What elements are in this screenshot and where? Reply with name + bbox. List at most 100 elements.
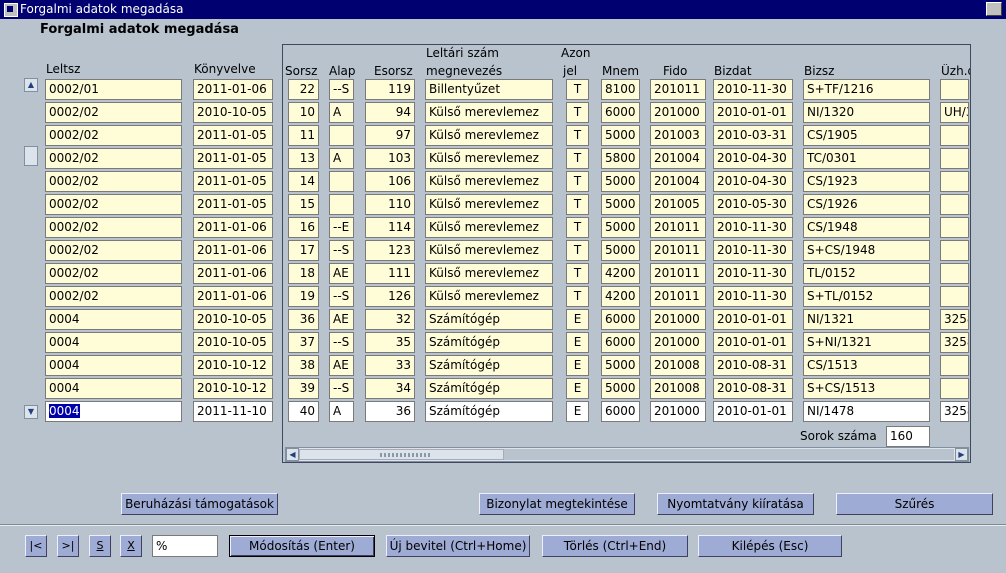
azon-field[interactable]: E bbox=[566, 378, 589, 399]
azon-field[interactable]: T bbox=[566, 217, 589, 238]
esorsz-field[interactable]: 35 bbox=[365, 332, 415, 353]
bizdat-field[interactable]: 2010-11-30 bbox=[713, 286, 793, 307]
bizsz-field[interactable]: S+NI/1321 bbox=[803, 332, 930, 353]
fido-field[interactable]: 201003 bbox=[650, 125, 706, 146]
alap-field[interactable]: --E bbox=[329, 217, 354, 238]
sorsz-field[interactable]: 17 bbox=[288, 240, 319, 261]
beruhazasi-tamogatasok-button[interactable]: Beruházási támogatások bbox=[121, 493, 278, 515]
alap-field[interactable]: A bbox=[329, 401, 354, 422]
sorsz-field[interactable]: 19 bbox=[288, 286, 319, 307]
azon-field[interactable]: T bbox=[566, 125, 589, 146]
mnem-field[interactable]: 8100 bbox=[601, 79, 640, 100]
bizdat-field[interactable]: 2010-03-31 bbox=[713, 125, 793, 146]
alap-field[interactable]: A bbox=[329, 102, 354, 123]
szures-button[interactable]: Szűrés bbox=[836, 493, 993, 515]
alap-field[interactable]: --S bbox=[329, 332, 354, 353]
esorsz-field[interactable]: 103 bbox=[365, 148, 415, 169]
esorsz-field[interactable]: 33 bbox=[365, 355, 415, 376]
mnem-field[interactable]: 5000 bbox=[601, 355, 640, 376]
leltsz-field[interactable]: 0002/02 bbox=[45, 194, 182, 215]
leltsz-field[interactable]: 0002/02 bbox=[45, 263, 182, 284]
leltsz-field[interactable]: 0002/02 bbox=[45, 102, 182, 123]
bizsz-field[interactable]: TC/0301 bbox=[803, 148, 930, 169]
fido-field[interactable]: 201011 bbox=[650, 240, 706, 261]
bizdat-field[interactable]: 2010-01-01 bbox=[713, 309, 793, 330]
konyvelve-field[interactable]: 2010-10-05 bbox=[193, 332, 273, 353]
esorsz-field[interactable]: 32 bbox=[365, 309, 415, 330]
bizdat-field[interactable]: 2010-08-31 bbox=[713, 378, 793, 399]
alap-field[interactable]: A bbox=[329, 148, 354, 169]
leltsz-field[interactable]: 0004 bbox=[45, 332, 182, 353]
megnevezes-field[interactable]: Billentyűzet bbox=[425, 79, 553, 100]
konyvelve-field[interactable]: 2011-01-06 bbox=[193, 240, 273, 261]
megnevezes-field[interactable]: Külső merevlemez bbox=[425, 102, 553, 123]
alap-field[interactable] bbox=[329, 171, 354, 192]
sorsz-field[interactable]: 22 bbox=[288, 79, 319, 100]
scroll-track[interactable] bbox=[504, 449, 954, 460]
fido-field[interactable]: 201004 bbox=[650, 148, 706, 169]
bizdat-field[interactable]: 2010-11-30 bbox=[713, 263, 793, 284]
leltsz-field[interactable]: 0004 bbox=[45, 309, 182, 330]
sorsz-field[interactable]: 36 bbox=[288, 309, 319, 330]
azon-field[interactable]: T bbox=[566, 240, 589, 261]
azon-field[interactable]: T bbox=[566, 102, 589, 123]
mnem-field[interactable]: 4200 bbox=[601, 263, 640, 284]
fido-field[interactable]: 201011 bbox=[650, 79, 706, 100]
uzh-field[interactable]: 3258 bbox=[940, 401, 969, 422]
alap-field[interactable]: --S bbox=[329, 79, 354, 100]
megnevezes-field[interactable]: Külső merevlemez bbox=[425, 125, 553, 146]
esorsz-field[interactable]: 97 bbox=[365, 125, 415, 146]
bizsz-field[interactable]: NI/1321 bbox=[803, 309, 930, 330]
bizdat-field[interactable]: 2010-01-01 bbox=[713, 332, 793, 353]
konyvelve-field[interactable]: 2011-01-06 bbox=[193, 263, 273, 284]
mnem-field[interactable]: 5000 bbox=[601, 378, 640, 399]
uzh-field[interactable] bbox=[940, 263, 969, 284]
leltsz-field[interactable]: 0002/02 bbox=[45, 148, 182, 169]
uzh-field[interactable] bbox=[940, 194, 969, 215]
scroll-thumb-horizontal[interactable] bbox=[299, 449, 504, 460]
sorsz-field[interactable]: 37 bbox=[288, 332, 319, 353]
konyvelve-field[interactable]: 2011-01-05 bbox=[193, 194, 273, 215]
s-button[interactable]: S bbox=[89, 535, 111, 557]
alap-field[interactable] bbox=[329, 194, 354, 215]
alap-field[interactable]: --S bbox=[329, 286, 354, 307]
close-window-button[interactable] bbox=[986, 2, 1002, 16]
bizsz-field[interactable]: S+TL/0152 bbox=[803, 286, 930, 307]
fido-field[interactable]: 201011 bbox=[650, 217, 706, 238]
konyvelve-field[interactable]: 2011-01-05 bbox=[193, 171, 273, 192]
uzh-field[interactable]: 3258 bbox=[940, 332, 969, 353]
fido-field[interactable]: 201000 bbox=[650, 332, 706, 353]
scroll-up-icon[interactable]: ▲ bbox=[24, 78, 38, 92]
leltsz-field[interactable]: 0002/02 bbox=[45, 286, 182, 307]
bizdat-field[interactable]: 2010-05-30 bbox=[713, 194, 793, 215]
megnevezes-field[interactable]: Számítógép bbox=[425, 401, 553, 422]
sorsz-field[interactable]: 11 bbox=[288, 125, 319, 146]
megnevezes-field[interactable]: Külső merevlemez bbox=[425, 171, 553, 192]
mnem-field[interactable]: 5000 bbox=[601, 217, 640, 238]
alap-field[interactable]: --S bbox=[329, 378, 354, 399]
bizsz-field[interactable]: NI/1478 bbox=[803, 401, 930, 422]
leltsz-field[interactable]: 0002/02 bbox=[45, 125, 182, 146]
azon-field[interactable]: E bbox=[566, 332, 589, 353]
bizdat-field[interactable]: 2010-08-31 bbox=[713, 355, 793, 376]
esorsz-field[interactable]: 114 bbox=[365, 217, 415, 238]
uzh-field[interactable]: 3258 bbox=[940, 309, 969, 330]
azon-field[interactable]: E bbox=[566, 309, 589, 330]
fido-field[interactable]: 201005 bbox=[650, 194, 706, 215]
esorsz-field[interactable]: 126 bbox=[365, 286, 415, 307]
kilepes-button[interactable]: Kilépés (Esc) bbox=[698, 535, 842, 557]
azon-field[interactable]: E bbox=[566, 355, 589, 376]
azon-field[interactable]: T bbox=[566, 79, 589, 100]
first-record-button[interactable]: |< bbox=[25, 535, 47, 557]
azon-field[interactable]: T bbox=[566, 148, 589, 169]
esorsz-field[interactable]: 110 bbox=[365, 194, 415, 215]
leltsz-field[interactable]: 0002/02 bbox=[45, 240, 182, 261]
bizdat-field[interactable]: 2010-01-01 bbox=[713, 401, 793, 422]
esorsz-field[interactable]: 106 bbox=[365, 171, 415, 192]
leltsz-field[interactable]: 0002/01 bbox=[45, 79, 182, 100]
esorsz-field[interactable]: 111 bbox=[365, 263, 415, 284]
sorsz-field[interactable]: 39 bbox=[288, 378, 319, 399]
konyvelve-field[interactable]: 2011-01-06 bbox=[193, 79, 273, 100]
konyvelve-field[interactable]: 2011-01-06 bbox=[193, 217, 273, 238]
fido-field[interactable]: 201000 bbox=[650, 102, 706, 123]
